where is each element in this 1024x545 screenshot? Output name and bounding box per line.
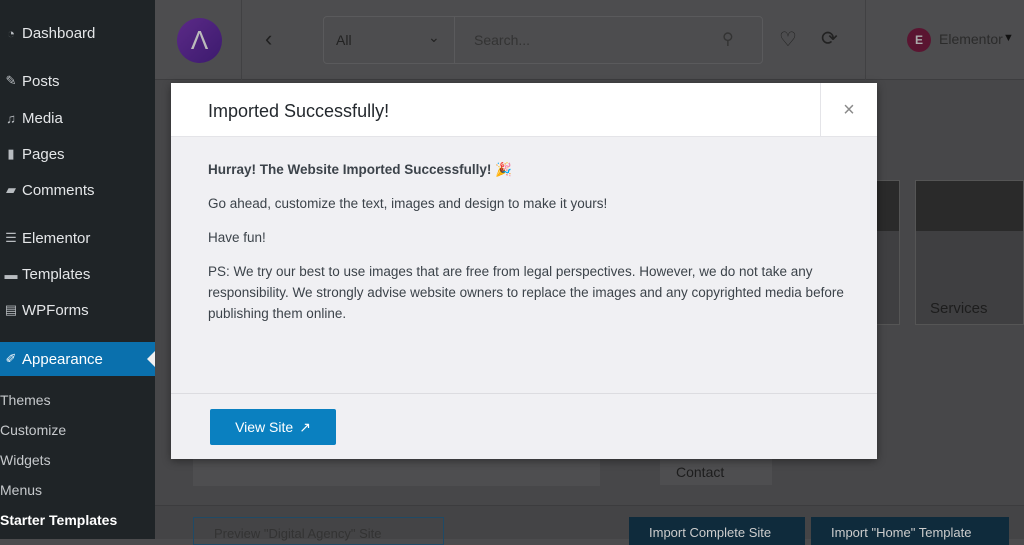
sidebar-item-pages[interactable]: ▮ Pages xyxy=(0,139,155,169)
submenu-menus[interactable]: Menus xyxy=(0,482,42,498)
submenu-customize[interactable]: Customize xyxy=(0,422,66,438)
sidebar-item-dashboard[interactable]: ◔ Dashboard xyxy=(0,18,155,48)
have-fun-text: Have fun! xyxy=(208,230,266,245)
label: Posts xyxy=(22,72,60,90)
sidebar-item-posts[interactable]: ✎ Posts xyxy=(0,66,155,96)
pages-icon: ▮ xyxy=(7,146,15,161)
label: Comments xyxy=(22,181,95,199)
back-chevron-icon[interactable]: ‹ xyxy=(265,26,272,52)
comment-icon: ▰ xyxy=(6,182,16,197)
chevron-down-icon[interactable]: ⌄ xyxy=(428,29,440,46)
sync-icon[interactable]: ⟳ xyxy=(821,26,838,51)
dialog-header: Imported Successfully! × xyxy=(171,83,877,137)
disclaimer-text: PS: We try our best to use images that a… xyxy=(208,264,844,321)
label: WPForms xyxy=(22,301,89,319)
thumbnail-image xyxy=(876,181,899,231)
dialog-footer: View Site ↗ xyxy=(171,393,877,459)
import-template-button[interactable]: Import "Home" Template xyxy=(811,517,1009,545)
thumbnail-image xyxy=(916,181,1023,231)
pin-icon: ✎ xyxy=(5,73,17,88)
sidebar-item-appearance[interactable]: ✐ Appearance xyxy=(0,342,155,376)
sidebar-item-media[interactable]: ♫ Media xyxy=(0,103,155,133)
submenu-themes[interactable]: Themes xyxy=(0,392,51,408)
search-input[interactable]: Search... xyxy=(474,32,530,48)
submenu-widgets[interactable]: Widgets xyxy=(0,452,51,468)
divider xyxy=(241,0,242,80)
sidebar-item-templates[interactable]: ▬ Templates xyxy=(0,259,155,289)
admin-sidebar: ◔ Dashboard ✎ Posts ♫ Media ▮ Pages ▰ Comment… xyxy=(0,0,155,539)
brush-icon: ✐ xyxy=(5,351,17,366)
close-icon[interactable]: × xyxy=(820,83,877,137)
label: Media xyxy=(22,109,63,127)
folder-icon: ▬ xyxy=(4,266,18,282)
template-toolbar: Λ ‹ All ⌄ Search... ⚲ ♡ ⟳ E Elementor ▼ xyxy=(155,0,1024,80)
label: Dashboard xyxy=(22,24,96,42)
caret-down-icon[interactable]: ▼ xyxy=(1003,32,1014,44)
media-icon: ♫ xyxy=(6,110,16,126)
thumbnail-label: Services xyxy=(930,300,988,317)
customize-text: Go ahead, customize the text, images and… xyxy=(208,196,608,211)
sidebar-item-comments[interactable]: ▰ Comments xyxy=(0,175,155,205)
astra-logo: Λ xyxy=(177,18,222,63)
search-icon[interactable]: ⚲ xyxy=(722,29,734,49)
label: Elementor xyxy=(22,229,91,247)
divider xyxy=(865,0,866,80)
view-site-label: View Site xyxy=(235,419,294,435)
contact-page-card[interactable]: Contact xyxy=(660,457,772,485)
template-thumbnail[interactable] xyxy=(875,180,900,325)
dialog-title: Imported Successfully! xyxy=(208,101,390,121)
category-select[interactable]: All xyxy=(336,32,352,48)
external-link-icon: ↗ xyxy=(299,418,311,435)
import-success-dialog: Imported Successfully! × Hurray! The Web… xyxy=(171,83,877,459)
success-heading: Hurray! The Website Imported Successfull… xyxy=(208,162,512,177)
elementor-icon: E xyxy=(907,28,931,52)
dashboard-icon: ◔ xyxy=(7,25,15,41)
sidebar-item-elementor[interactable]: ☰ Elementor xyxy=(0,223,155,253)
page-builder-select[interactable]: Elementor xyxy=(939,31,1003,47)
label: Pages xyxy=(22,145,65,163)
submenu-starter-templates[interactable]: Starter Templates xyxy=(0,512,117,528)
sidebar-item-wpforms[interactable]: ▤ WPForms xyxy=(0,295,155,325)
divider xyxy=(454,17,455,63)
label: Templates xyxy=(22,265,91,283)
heart-icon[interactable]: ♡ xyxy=(779,27,797,52)
preview-site-button[interactable]: Preview "Digital Agency" Site xyxy=(193,517,444,545)
filter-search-box: All ⌄ Search... ⚲ xyxy=(323,16,763,64)
dialog-body: Hurray! The Website Imported Successfull… xyxy=(208,159,848,337)
forms-icon: ▤ xyxy=(4,302,18,317)
elementor-icon: ☰ xyxy=(5,230,17,245)
import-complete-site-button[interactable]: Import Complete Site xyxy=(629,517,805,545)
label: Appearance xyxy=(22,350,103,368)
view-site-button[interactable]: View Site ↗ xyxy=(210,409,336,445)
